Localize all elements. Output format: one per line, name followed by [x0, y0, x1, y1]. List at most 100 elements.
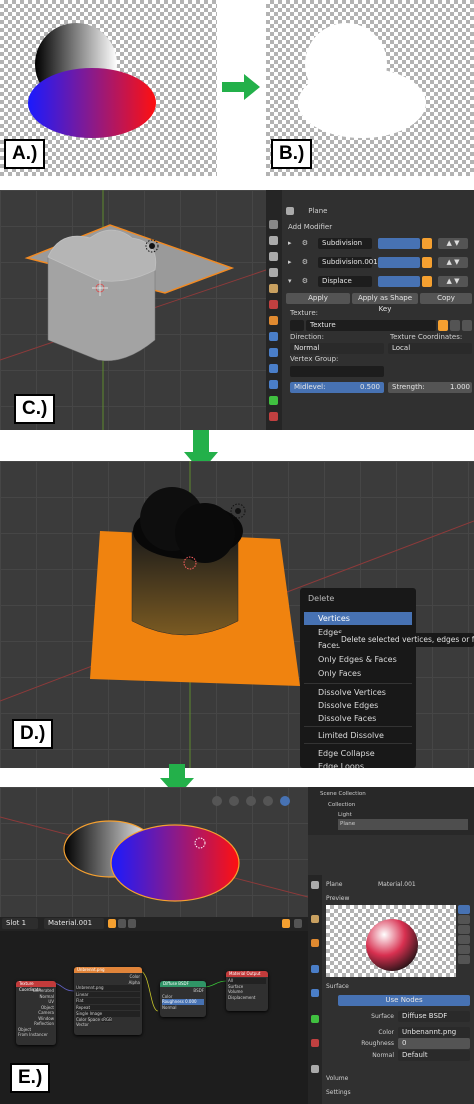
outliner-scene-collection[interactable]: Scene Collection [320, 789, 366, 800]
node-texture-coordinate[interactable]: Texture Coordinate Generated Normal UV O… [16, 981, 56, 1045]
preview-sky-icon[interactable] [458, 955, 470, 964]
scene-tab-icon[interactable] [311, 915, 319, 923]
object-tab-icon[interactable] [311, 939, 319, 947]
texture-fake-user-icon[interactable] [438, 320, 448, 331]
fake-user-icon[interactable] [108, 919, 116, 928]
scene-tab-icon[interactable] [269, 284, 278, 293]
world-tab-icon[interactable] [269, 300, 278, 309]
coords-dropdown[interactable]: Local [388, 343, 472, 354]
texture-unlink-icon[interactable] [462, 320, 472, 331]
material-field[interactable]: Material.001 [44, 918, 104, 929]
object-tab-icon[interactable] [269, 316, 278, 325]
vertex-group-field[interactable] [290, 366, 384, 377]
preview-monkey-icon[interactable] [458, 935, 470, 944]
modifier-tab-icon[interactable] [311, 965, 319, 973]
cage-toggle-2[interactable] [422, 276, 432, 287]
particles-tab-icon[interactable] [269, 348, 278, 357]
expand-arrow-icon[interactable]: ▸ [288, 258, 292, 266]
modifier-name-0[interactable]: Subdivision [318, 238, 372, 249]
cage-toggle-1[interactable] [422, 257, 432, 268]
render-tab-icon[interactable] [269, 236, 278, 245]
preview-flat-icon[interactable] [458, 905, 470, 914]
node-row[interactable]: Linear [76, 991, 140, 997]
modifier-tab-icon[interactable] [269, 332, 278, 341]
preview-hair-icon[interactable] [458, 945, 470, 954]
copy-button[interactable]: Copy [420, 293, 472, 304]
data-tab-icon[interactable] [269, 396, 278, 405]
material-name[interactable]: Material.001 [378, 879, 416, 890]
node-row[interactable]: Roughness [162, 999, 184, 1004]
object-name[interactable]: Plane [308, 207, 327, 215]
move-arrows-2[interactable]: ▲ ▼ [438, 276, 468, 287]
modifier-visibility-toggles-1[interactable] [378, 257, 420, 268]
viewport-gizmo-buttons[interactable] [212, 791, 302, 806]
menu-item-only-faces[interactable]: Only Faces [304, 667, 361, 680]
slot-dropdown[interactable]: Slot 1 [2, 918, 38, 929]
outliner-plane[interactable]: Plane [338, 819, 468, 830]
modifier-visibility-toggles-2[interactable] [378, 276, 420, 287]
render-tab-icon[interactable] [311, 881, 319, 889]
modifier-name-1[interactable]: Subdivision.001 [318, 257, 378, 268]
collapse-arrow-icon[interactable]: ▾ [288, 277, 292, 285]
midlevel-slider[interactable]: Midlevel: 0.500 [290, 382, 384, 393]
normal-field[interactable]: Default [398, 1050, 470, 1061]
menu-item-only-edges-faces[interactable]: Only Edges & Faces [304, 653, 397, 666]
menu-item-edges[interactable]: Edges [304, 626, 342, 639]
texture-tab-icon[interactable] [311, 1065, 319, 1073]
menu-item-edge-loops[interactable]: Edge Loops [304, 760, 364, 768]
modifier-visibility-toggles-0[interactable] [378, 238, 420, 249]
move-arrows-0[interactable]: ▲ ▼ [438, 238, 468, 249]
menu-item-dissolve-vertices[interactable]: Dissolve Vertices [304, 686, 386, 699]
menu-item-limited-dissolve[interactable]: Limited Dissolve [304, 729, 384, 742]
preview-cube-icon[interactable] [458, 925, 470, 934]
material-tab-icon[interactable] [311, 1039, 319, 1047]
menu-item-vertices[interactable]: Vertices [304, 612, 412, 625]
strength-slider[interactable]: Strength: 1.000 [388, 382, 472, 393]
preview-header[interactable]: Preview [326, 893, 349, 904]
preview-type-buttons[interactable] [458, 905, 470, 977]
node-material-output[interactable]: Material Output All Surface Volume Displ… [226, 971, 268, 1011]
apply-as-shape-key-button[interactable]: Apply as Shape Key [352, 293, 418, 313]
modifier-row-displace[interactable]: ▾ ⚙ [288, 276, 308, 287]
light-icon[interactable] [230, 503, 246, 519]
physics-tab-icon[interactable] [269, 364, 278, 373]
use-nodes-button[interactable]: Use Nodes [338, 995, 470, 1006]
modifier-row-subdivision-001[interactable]: ▸ ⚙ [288, 257, 308, 268]
output-tab-icon[interactable] [269, 252, 278, 261]
node-row[interactable]: sRGB [101, 1016, 112, 1022]
navigation-gizmo-icon[interactable] [212, 796, 222, 806]
constraints-tab-icon[interactable] [269, 380, 278, 389]
move-arrows-1[interactable]: ▲ ▼ [438, 257, 468, 268]
surface-dropdown[interactable]: Diffuse BSDF [398, 1011, 470, 1022]
unlink-material-icon[interactable] [128, 919, 136, 928]
pin-icon[interactable] [282, 919, 290, 928]
roughness-slider[interactable]: 0 [398, 1038, 470, 1049]
node-row[interactable]: 0.000 [185, 999, 196, 1004]
modifier-name-2[interactable]: Displace [318, 276, 372, 287]
surface-header[interactable]: Surface [326, 981, 349, 992]
copy-material-icon[interactable] [118, 919, 126, 928]
direction-dropdown[interactable]: Normal [290, 343, 384, 354]
data-tab-icon[interactable] [311, 1015, 319, 1023]
node-diffuse-bsdf[interactable]: Diffuse BSDF BSDF Color Roughness 0.000 … [160, 981, 206, 1017]
menu-item-dissolve-faces[interactable]: Dissolve Faces [304, 712, 376, 725]
menu-item-dissolve-edges[interactable]: Dissolve Edges [304, 699, 378, 712]
material-object-name[interactable]: Plane [326, 879, 342, 890]
material-tab-icon[interactable] [269, 412, 278, 421]
view-layer-tab-icon[interactable] [269, 268, 278, 277]
menu-item-faces[interactable]: Faces [304, 639, 340, 652]
menu-item-edge-collapse[interactable]: Edge Collapse [304, 747, 375, 760]
add-modifier-button[interactable]: Add Modifier [288, 222, 332, 233]
backdrop-icon[interactable] [294, 919, 302, 928]
cage-toggle-0[interactable] [422, 238, 432, 249]
particles-tab-icon[interactable] [311, 989, 319, 997]
color-link-field[interactable]: Unbenannt.png [398, 1027, 470, 1038]
node-row[interactable]: Repeat [76, 1004, 140, 1010]
volume-header[interactable]: Volume [326, 1073, 348, 1084]
apply-button[interactable]: Apply [286, 293, 350, 304]
settings-header[interactable]: Settings [326, 1087, 351, 1098]
texture-field[interactable]: Texture [306, 320, 436, 331]
tool-tab-icon[interactable] [269, 220, 278, 229]
node-row[interactable]: Flat [76, 998, 140, 1004]
node-image-texture[interactable]: Unbrennt.png Color Alpha Unbrennt.png Li… [74, 967, 142, 1035]
